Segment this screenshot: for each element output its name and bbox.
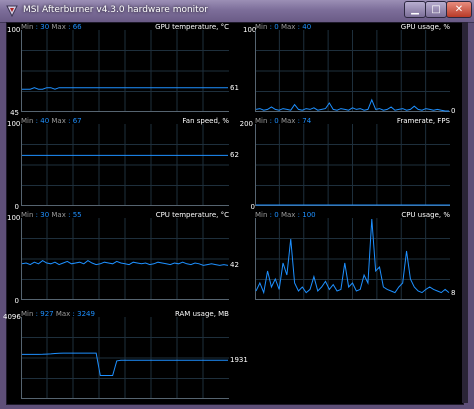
cpu-usage-graph[interactable]: Min : 0 Max : 100 CPU usage, % 8 [255,211,455,303]
afterburner-icon [6,5,18,18]
gpu-usage-graph[interactable]: Min : 0 Max : 40 GPU usage, % 100 0 [243,23,455,115]
y-axis-min: 0 [250,203,255,211]
current-value: 1931 [230,356,248,365]
current-value: 42 [230,261,239,270]
y-axis-min: 0 [14,203,19,211]
scrollbar[interactable] [462,22,468,403]
close-button[interactable]: ✕ [446,1,472,18]
graph-canvas [21,317,229,399]
graph-canvas [255,124,450,206]
window-title: MSI Afterburner v4.3.0 hardware monitor [23,5,208,15]
y-axis-min: 0 [14,297,19,305]
cpu-temperature-graph[interactable]: Min : 30 Max : 55 CPU temperature, °C 10… [7,211,239,305]
graph-canvas [21,218,229,300]
close-icon: ✕ [454,3,464,15]
minimize-icon: ▁ [411,3,419,15]
monitor-window: MSI Afterburner v4.3.0 hardware monitor … [0,0,474,409]
graph-canvas [21,124,229,206]
graphs-area: Min : 30 Max : 66 GPU temperature, °C 10… [3,22,464,405]
y-axis-max: 100 [7,214,21,222]
y-axis-max: 200 [239,120,253,128]
framerate-graph[interactable]: Min : 0 Max : 74 Framerate, FPS 200 0 [240,117,450,211]
minimize-button[interactable]: ▁ [404,1,426,18]
y-axis-max: 4096 [3,313,21,321]
title-bar[interactable]: MSI Afterburner v4.3.0 hardware monitor … [0,0,474,23]
fan-speed-graph[interactable]: Min : 40 Max : 67 Fan speed, % 100 0 62 [7,117,239,211]
graph-canvas [255,30,450,112]
current-value: 61 [230,83,239,92]
ram-usage-graph[interactable]: Min : 927 Max : 3249 RAM usage, MB 4096 … [3,310,248,402]
graph-canvas [21,30,229,112]
gpu-temperature-graph[interactable]: Min : 30 Max : 66 GPU temperature, °C 10… [7,23,239,117]
maximize-icon: □ [431,3,441,15]
graph-canvas [255,218,450,300]
y-axis-min: 45 [10,109,19,117]
maximize-button[interactable]: □ [425,1,447,18]
current-value: 62 [230,151,239,160]
y-axis-max: 100 [7,120,21,128]
y-axis-max: 100 [243,26,257,34]
y-axis-max: 100 [7,26,21,34]
